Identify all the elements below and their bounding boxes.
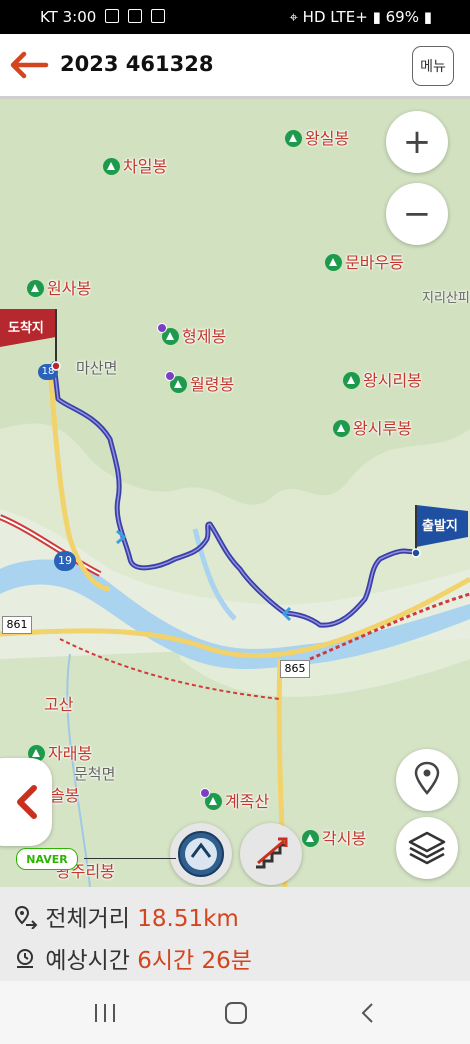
scale-bar xyxy=(84,858,176,859)
peak-label[interactable]: 형제봉 xyxy=(157,323,226,347)
side-panel-button[interactable] xyxy=(0,758,52,846)
area-label: 마산면 xyxy=(76,359,118,377)
distance-value: 18.51km xyxy=(137,906,239,932)
peak-label[interactable]: 차일봉 xyxy=(103,153,167,177)
carrier: KT xyxy=(40,8,58,26)
layers-icon xyxy=(408,831,446,865)
road-number: 19 xyxy=(54,551,76,571)
peak-icon xyxy=(333,420,350,437)
peak-icon xyxy=(165,371,187,393)
back-nav-icon[interactable] xyxy=(358,1001,378,1025)
zoom-out-button[interactable]: − xyxy=(386,183,448,245)
peak-label[interactable]: 각시봉 xyxy=(302,825,366,849)
zoom-in-icon: + xyxy=(402,122,432,162)
app-notification-icon xyxy=(150,9,165,23)
gallery-notification-icon xyxy=(105,9,120,23)
elevation-icon xyxy=(256,837,288,869)
road-number: 861 xyxy=(2,616,32,634)
system-nav-bar xyxy=(0,981,470,1044)
elevation-button[interactable] xyxy=(240,823,302,885)
distance-label: 전체거리 xyxy=(45,906,130,932)
missed-call-icon xyxy=(127,9,142,23)
peak-icon xyxy=(27,280,44,297)
route-summary: 전체거리 18.51km 예상시간 6시간 26분 xyxy=(0,887,470,981)
recent-apps-icon[interactable] xyxy=(93,1002,117,1024)
battery-icon: ▮ xyxy=(423,8,432,26)
peak-label[interactable]: 왕실봉 xyxy=(285,125,349,149)
peak-icon xyxy=(302,830,319,847)
app-header: 2023 461328 메뉴 xyxy=(0,34,470,99)
status-bar: KT 3:00 ⌖ HD LTE+ ▮ 69% ▮ xyxy=(0,0,470,34)
network-type: HD LTE+ xyxy=(302,8,368,26)
clock-time: 3:00 xyxy=(62,8,97,26)
compass-button[interactable] xyxy=(170,823,232,885)
peak-icon xyxy=(103,158,120,175)
area-label: 고산 xyxy=(44,695,74,714)
peak-icon xyxy=(200,788,222,810)
time-value: 6시간 26분 xyxy=(137,948,252,974)
peak-label[interactable]: 원사봉 xyxy=(27,275,91,299)
my-location-button[interactable] xyxy=(396,749,458,811)
map-view[interactable]: 왕실봉 차일봉 문바우등 원사봉 형제봉 월령봉 왕시리봉 왕시루봉 자래봉 솔… xyxy=(0,99,470,887)
start-marker[interactable]: 출발지 xyxy=(411,503,470,563)
distance-icon xyxy=(14,905,38,930)
peak-label[interactable]: 월령봉 xyxy=(165,371,234,395)
end-label: 도착지 xyxy=(8,321,44,336)
naver-attribution: NAVER xyxy=(16,848,78,870)
zoom-out-icon: − xyxy=(402,194,432,234)
menu-button[interactable]: 메뉴 xyxy=(412,46,454,86)
peak-label[interactable]: 문바우등 xyxy=(325,249,404,273)
battery-level: 69% xyxy=(385,8,419,26)
peak-icon xyxy=(157,323,179,345)
clock-icon xyxy=(17,949,33,968)
zoom-in-button[interactable]: + xyxy=(386,111,448,173)
peak-label[interactable]: 왕시리봉 xyxy=(343,367,422,391)
home-icon[interactable] xyxy=(224,1001,248,1025)
peak-icon xyxy=(325,254,342,271)
end-marker[interactable]: 도착지 xyxy=(0,307,62,375)
distance-row: 전체거리 18.51km xyxy=(14,899,239,933)
area-label: 지리산피 xyxy=(422,291,470,306)
time-row: 예상시간 6시간 26분 xyxy=(14,941,252,975)
peak-icon xyxy=(285,130,302,147)
layers-button[interactable] xyxy=(396,817,458,879)
signal-icon: ▮ xyxy=(372,8,381,26)
time-label: 예상시간 xyxy=(45,948,130,974)
peak-icon xyxy=(343,372,360,389)
location-status-icon: ⌖ xyxy=(289,8,298,26)
peak-label[interactable]: 왕시루봉 xyxy=(333,415,412,439)
compass-icon xyxy=(178,831,224,877)
road-number: 865 xyxy=(280,660,310,678)
peak-label[interactable]: 계족산 xyxy=(200,788,269,812)
back-arrow-icon[interactable] xyxy=(10,51,50,79)
location-pin-icon xyxy=(414,761,440,795)
start-label: 출발지 xyxy=(422,519,458,534)
page-title: 2023 461328 xyxy=(60,52,214,76)
area-label: 문척면 xyxy=(74,765,116,783)
chevron-left-icon xyxy=(17,785,37,819)
